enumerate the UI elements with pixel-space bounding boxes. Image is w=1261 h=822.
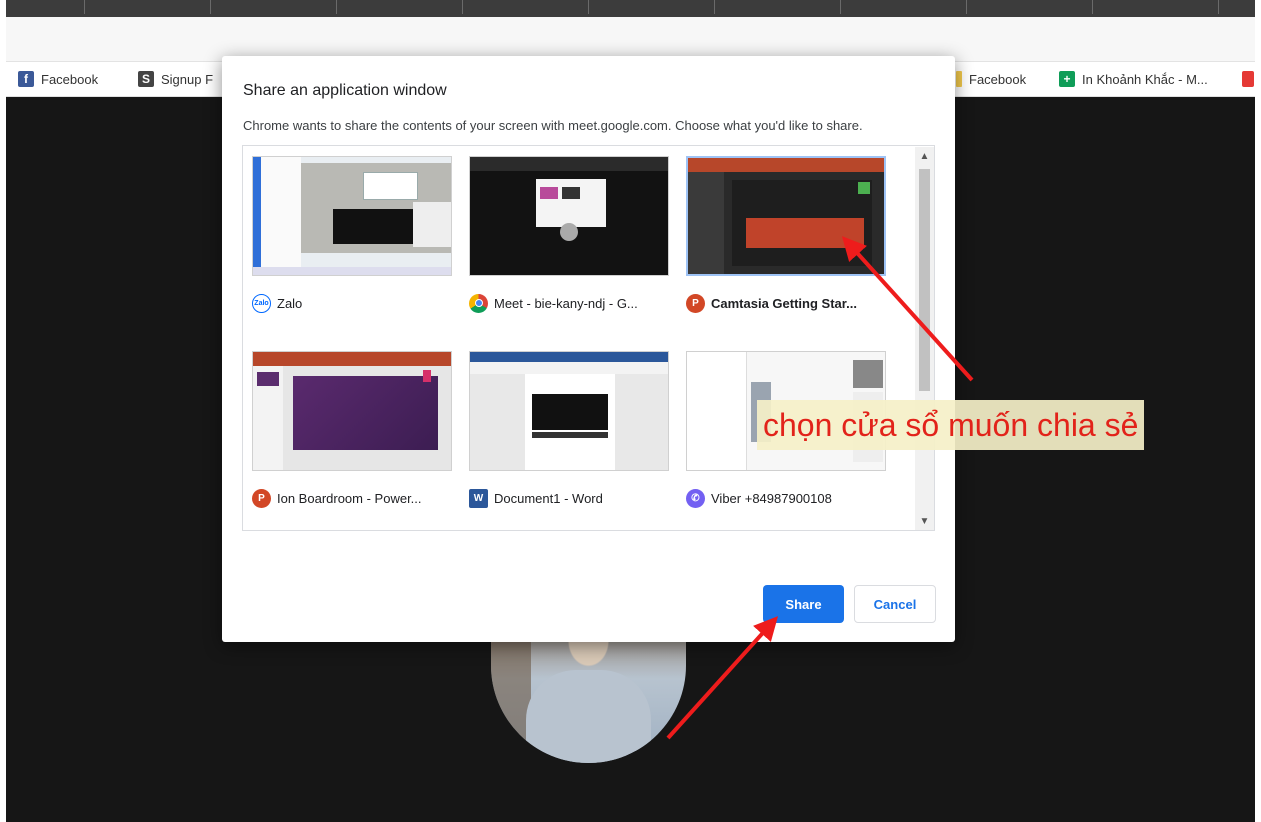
scroll-up-icon[interactable]: ▲ <box>915 147 934 165</box>
window-picker-grid: Zalo Zalo Meet - bie-kany-ndj - G... P C… <box>242 145 935 531</box>
word-icon: W <box>469 488 488 508</box>
window-thumbnail <box>469 156 669 276</box>
bookmark-facebook[interactable]: f Facebook <box>18 69 98 89</box>
window-label: ✆ Viber +84987900108 <box>686 487 832 509</box>
window-title: Zalo <box>277 295 303 311</box>
window-title: Document1 - Word <box>494 490 603 506</box>
folder-icon <box>956 71 962 87</box>
bookmark-label: Facebook <box>41 71 99 87</box>
window-thumbnail <box>252 156 452 276</box>
bookmark-label: In Khoảnh Khắc - M... <box>1082 71 1208 87</box>
viber-icon: ✆ <box>686 488 705 508</box>
signup-icon: S <box>138 71 154 87</box>
window-tile-camtasia[interactable]: P Camtasia Getting Star... <box>686 156 886 336</box>
bookmark-signup[interactable]: S Signup F <box>138 69 213 89</box>
window-thumbnail <box>686 156 886 276</box>
dialog-title: Share an application window <box>243 82 447 99</box>
bookmark-facebook-folder[interactable]: Facebook <box>956 69 1026 89</box>
bookmark-red-app[interactable] <box>1242 69 1254 89</box>
window-tile-meet[interactable]: Meet - bie-kany-ndj - G... <box>469 156 669 336</box>
dialog-description: Chrome wants to share the contents of yo… <box>243 118 863 133</box>
window-title: Viber +84987900108 <box>711 490 832 506</box>
window-label: W Document1 - Word <box>469 487 603 509</box>
cancel-button[interactable]: Cancel <box>854 585 936 623</box>
zalo-icon: Zalo <box>252 293 271 313</box>
picker-scrollbar[interactable]: ▲ ▼ <box>915 147 934 530</box>
window-label: Zalo Zalo <box>252 292 302 314</box>
window-title: Ion Boardroom - Power... <box>277 490 422 506</box>
bookmark-in-khoanh-khac[interactable]: + In Khoảnh Khắc - M... <box>1059 69 1208 89</box>
chrome-icon <box>469 293 488 313</box>
window-thumbnail <box>469 351 669 471</box>
avatar-shirt <box>526 670 651 763</box>
window-label: P Camtasia Getting Star... <box>686 292 857 314</box>
window-tile-ion-boardroom[interactable]: P Ion Boardroom - Power... <box>252 351 452 530</box>
red-app-icon <box>1242 71 1254 87</box>
window-title: Meet - bie-kany-ndj - G... <box>494 295 638 311</box>
powerpoint-icon: P <box>252 488 271 508</box>
powerpoint-icon: P <box>686 293 705 313</box>
sheets-icon: + <box>1059 71 1075 87</box>
browser-tab-strip <box>6 0 1255 17</box>
window-thumbnail <box>252 351 452 471</box>
annotation-caption: chọn cửa sổ muốn chia sẻ <box>757 400 1145 450</box>
bookmark-label: Facebook <box>969 71 1027 87</box>
window-tile-word[interactable]: W Document1 - Word <box>469 351 669 530</box>
window-label: Meet - bie-kany-ndj - G... <box>469 292 638 314</box>
share-window-dialog: Share an application window Chrome wants… <box>222 56 955 642</box>
scrollbar-thumb[interactable] <box>919 169 930 391</box>
window-title: Camtasia Getting Star... <box>711 295 857 311</box>
bookmark-label: Signup F <box>161 71 214 87</box>
window-label: P Ion Boardroom - Power... <box>252 487 422 509</box>
scroll-down-icon[interactable]: ▼ <box>915 512 934 530</box>
facebook-icon: f <box>18 71 34 87</box>
window-tile-zalo[interactable]: Zalo Zalo <box>252 156 452 336</box>
share-button[interactable]: Share <box>763 585 844 623</box>
